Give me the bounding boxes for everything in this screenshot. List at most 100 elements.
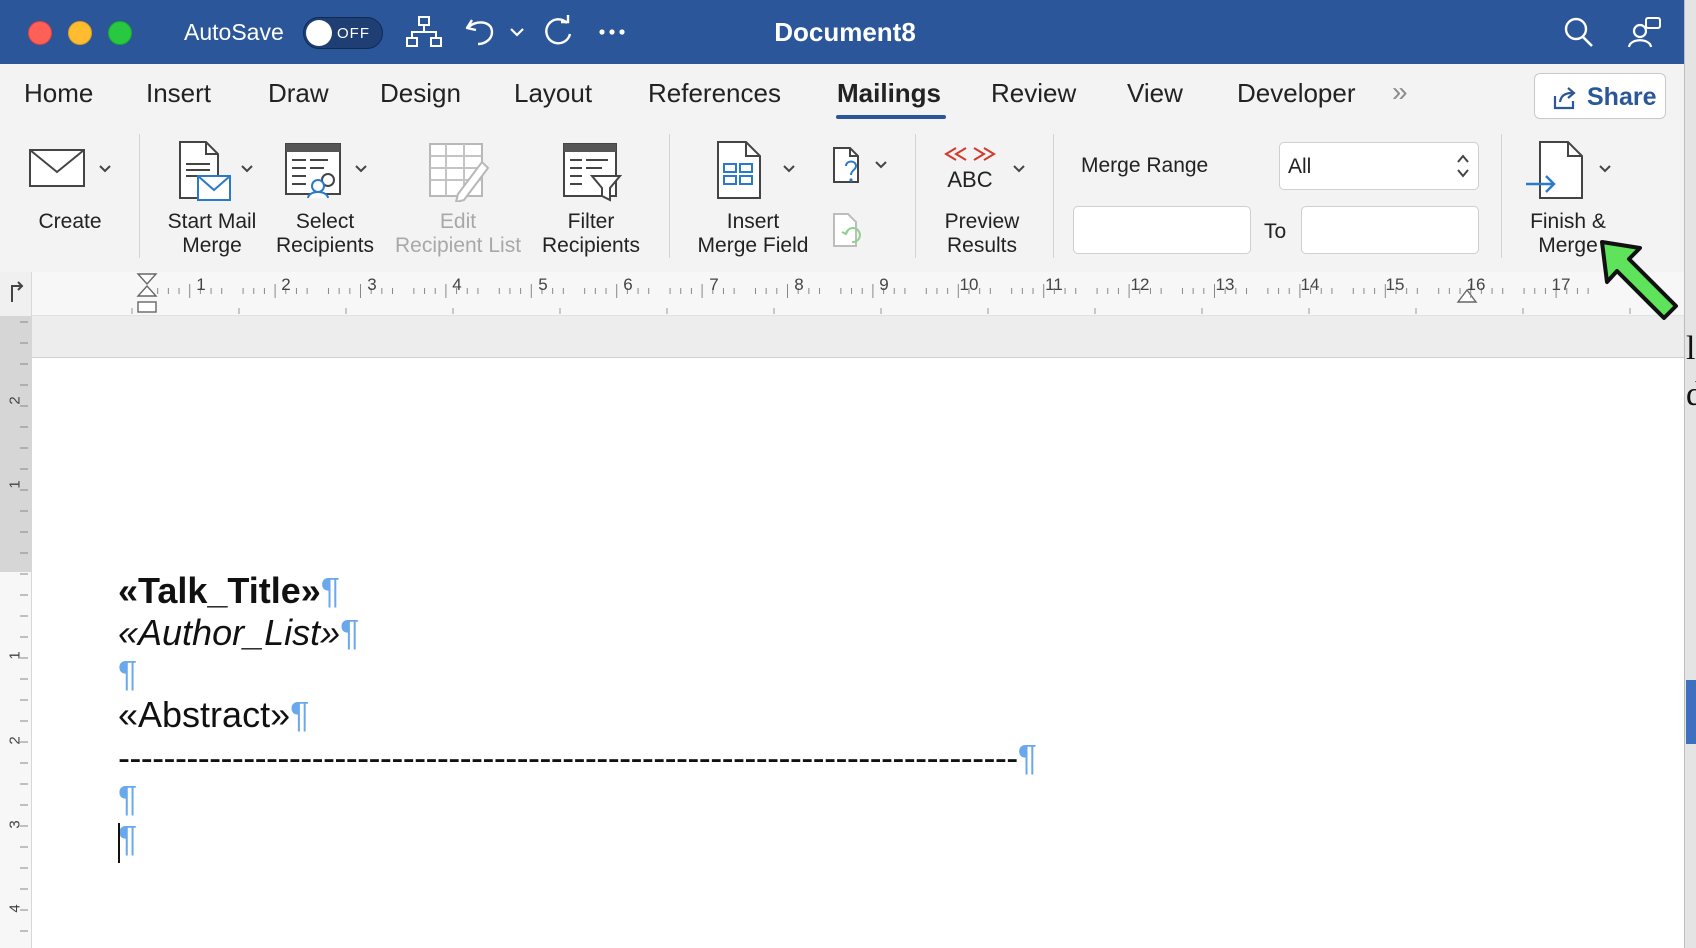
ruler-number: 7 <box>709 275 719 294</box>
preview-results-label-2: Results <box>946 234 1018 257</box>
share-label: Share <box>1587 83 1657 111</box>
page-top-margin-area <box>0 316 1690 358</box>
search-icon[interactable] <box>1562 14 1596 50</box>
update-labels-icon[interactable] <box>832 212 864 250</box>
undo-dropdown-icon[interactable] <box>508 14 526 50</box>
autosave-state: OFF <box>337 25 370 42</box>
merge-field-author-list[interactable]: «Author_List»¶ <box>118 612 360 654</box>
select-recipients-label-2: Recipients <box>275 234 375 257</box>
empty-paragraph[interactable]: ¶ <box>118 818 137 860</box>
abstract-text: «Abstract» <box>118 694 291 735</box>
filter-recipients-label-2: Recipients <box>541 234 641 257</box>
empty-paragraph[interactable]: ¶ <box>118 778 137 820</box>
ruler-number: 2 <box>281 275 291 294</box>
preview-results-label-1: Preview <box>944 210 1020 233</box>
stepper-arrows-icon <box>1457 154 1469 178</box>
tab-view[interactable]: View <box>1127 78 1183 109</box>
vruler-number: 2 <box>6 396 24 405</box>
ruler-number: 17 <box>1551 275 1571 294</box>
autosave-toggle[interactable]: OFF <box>303 17 383 49</box>
document-title: Document8 <box>774 17 916 47</box>
redo-icon[interactable] <box>540 14 576 50</box>
ruler-number: 11 <box>1045 275 1063 294</box>
tab-stop-selector[interactable] <box>0 272 32 316</box>
start-mail-merge-icon <box>179 141 231 201</box>
chevron-down-icon <box>783 165 795 173</box>
rules-icon <box>833 147 859 183</box>
switch-windows-icon[interactable] <box>404 14 444 50</box>
tab-draw[interactable]: Draw <box>268 78 329 109</box>
insert-merge-field-icon <box>717 141 761 199</box>
tab-references[interactable]: References <box>648 78 781 109</box>
active-tab-indicator <box>836 115 946 119</box>
ruler-number: 10 <box>959 275 979 294</box>
merge-range-label: Merge Range <box>1081 154 1209 177</box>
start-mail-merge-label-1: Start Mail <box>167 210 257 233</box>
merge-range-select[interactable]: All <box>1279 142 1479 190</box>
tab-developer[interactable]: Developer <box>1237 78 1356 109</box>
select-recipients-label-1: Select <box>295 210 355 233</box>
insert-merge-field-label-1: Insert <box>726 210 780 233</box>
tab-review[interactable]: Review <box>991 78 1076 109</box>
title-bar: AutoSave OFF Document8 <box>0 0 1696 64</box>
vertical-ruler-ticks <box>20 321 28 932</box>
merge-range-to-label: To <box>1264 220 1287 243</box>
tab-home[interactable]: Home <box>24 78 93 109</box>
ruler-number: 13 <box>1215 275 1235 294</box>
paragraph-mark: ¶ <box>118 778 138 819</box>
close-window-button[interactable] <box>28 21 52 45</box>
collaboration-icon[interactable] <box>1626 14 1664 50</box>
ruler-number: 6 <box>623 275 633 294</box>
ribbon-tabs: Home Insert Draw Design Layout Reference… <box>0 64 1696 126</box>
start-mail-merge-label-2: Merge <box>182 234 242 257</box>
toggle-knob <box>306 20 332 46</box>
paragraph-mark: ¶ <box>290 694 310 735</box>
merge-range-to-input[interactable] <box>1301 206 1479 254</box>
autosave-label: AutoSave <box>184 19 284 45</box>
finish-merge-icon <box>1526 141 1583 199</box>
annotation-arrow-icon <box>1600 240 1678 320</box>
minimize-window-button[interactable] <box>68 21 92 45</box>
more-tabs-chevron-icon[interactable]: » <box>1392 76 1408 108</box>
chevron-down-icon <box>241 165 253 173</box>
dashed-separator-line[interactable]: ----------------------------------------… <box>118 737 1037 779</box>
vruler-number: 3 <box>6 820 24 829</box>
more-icon[interactable] <box>596 14 630 50</box>
adjacent-window-edge[interactable] <box>1684 0 1696 948</box>
tab-insert[interactable]: Insert <box>146 78 211 109</box>
tab-layout[interactable]: Layout <box>514 78 592 109</box>
vruler-number: 1 <box>6 480 24 489</box>
vertical-ruler[interactable]: 2 1 1 2 3 4 <box>0 316 32 948</box>
ruler-number: 1 <box>196 275 206 294</box>
undo-icon[interactable] <box>464 14 500 50</box>
ruler-number: 12 <box>1130 275 1150 294</box>
empty-paragraph[interactable]: ¶ <box>118 653 137 695</box>
text-cursor <box>118 823 120 863</box>
ribbon-separator <box>139 134 140 258</box>
vruler-number: 2 <box>6 736 24 745</box>
merge-range-from-input[interactable] <box>1073 206 1251 254</box>
merge-field-talk-title[interactable]: «Talk_Title»¶ <box>118 570 340 612</box>
ruler-number: 8 <box>794 275 804 294</box>
ruler-number: 9 <box>879 275 889 294</box>
ruler-number: 3 <box>367 275 377 294</box>
ruler-number: 15 <box>1385 275 1405 294</box>
tab-design[interactable]: Design <box>380 78 461 109</box>
ribbon-separator <box>915 134 916 258</box>
tab-mailings[interactable]: Mailings <box>837 78 941 109</box>
paragraph-mark: ¶ <box>118 818 138 859</box>
share-button[interactable]: Share <box>1534 73 1666 119</box>
paragraph-mark: ¶ <box>340 612 360 653</box>
tab-stop-icon <box>11 281 24 302</box>
talk-title-text: «Talk_Title» <box>118 570 321 611</box>
preview-chevrons-icon <box>944 147 996 161</box>
vruler-number: 4 <box>6 904 24 913</box>
zoom-window-button[interactable] <box>108 21 132 45</box>
ribbon-separator <box>1501 134 1502 258</box>
horizontal-ruler[interactable]: 1 2 3 4 5 6 7 8 9 10 11 12 13 14 15 16 1… <box>0 272 1690 316</box>
merge-field-abstract[interactable]: «Abstract»¶ <box>118 694 309 736</box>
ruler-number: 5 <box>538 275 548 294</box>
ribbon-separator <box>1053 134 1054 258</box>
dashes-text: ----------------------------------------… <box>118 737 1018 778</box>
chevron-down-icon <box>875 161 887 169</box>
